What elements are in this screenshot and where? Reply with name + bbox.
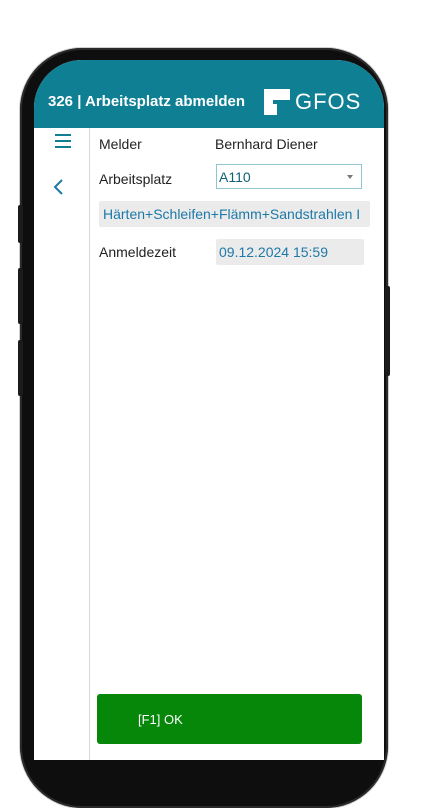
app-header: 326 | Arbeitsplatz abmelden GFOS bbox=[34, 60, 384, 128]
arbeitsplatz-label: Arbeitsplatz bbox=[99, 171, 173, 187]
phone-volume-up-button bbox=[18, 268, 23, 324]
anmeldezeit-label: Anmeldezeit bbox=[99, 244, 177, 260]
phone-power-button bbox=[385, 286, 390, 376]
gfos-logo: GFOS bbox=[264, 89, 364, 115]
chevron-left-icon[interactable] bbox=[52, 178, 66, 196]
gfos-logo-icon bbox=[264, 89, 290, 115]
hamburger-menu-icon[interactable] bbox=[55, 134, 71, 148]
anmeldezeit-value: 09.12.2024 15:59 bbox=[219, 244, 328, 260]
arbeitsplatz-input[interactable] bbox=[219, 168, 339, 186]
logo-text: GFOS bbox=[295, 89, 362, 114]
ok-button-label: [F1] OK bbox=[138, 712, 183, 727]
page-title: 326 | Arbeitsplatz abmelden bbox=[48, 93, 246, 110]
melder-label: Melder bbox=[99, 136, 142, 152]
arbeitsplatz-dropdown[interactable] bbox=[216, 164, 362, 189]
phone-volume-down-button bbox=[18, 340, 23, 396]
melder-value: Bernhard Diener bbox=[215, 136, 318, 152]
side-rail bbox=[34, 128, 90, 760]
phone-side-button bbox=[18, 205, 23, 243]
dropdown-arrow-icon[interactable] bbox=[347, 175, 353, 179]
arbeitsplatz-description-box: Härten+Schleifen+Flämm+Sandstrahlen I bbox=[99, 201, 370, 227]
arbeitsplatz-description: Härten+Schleifen+Flämm+Sandstrahlen I bbox=[103, 206, 361, 222]
app-screen: 326 | Arbeitsplatz abmelden GFOS Melder … bbox=[34, 60, 384, 760]
ok-button[interactable]: [F1] OK bbox=[97, 694, 362, 744]
anmeldezeit-field: 09.12.2024 15:59 bbox=[216, 239, 364, 265]
